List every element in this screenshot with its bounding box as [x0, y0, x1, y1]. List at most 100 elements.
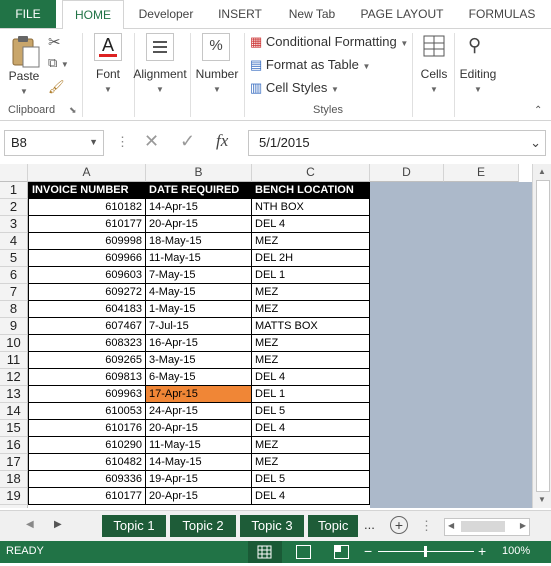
table-cell[interactable]: 16-Apr-15: [146, 335, 252, 352]
editing-button[interactable]: Editing ▼: [456, 67, 500, 95]
row-header[interactable]: 1: [0, 182, 28, 199]
table-cell[interactable]: 14-May-15: [146, 454, 252, 471]
tab-page-layout[interactable]: PAGE LAYOUT: [352, 0, 452, 28]
more-sheets-button[interactable]: ...: [364, 517, 375, 532]
expand-formula-icon[interactable]: ⌄: [530, 135, 541, 151]
table-header-cell[interactable]: BENCH LOCATION: [252, 182, 370, 199]
zoom-out-icon[interactable]: −: [364, 543, 372, 559]
table-cell[interactable]: 610482: [28, 454, 146, 471]
worksheet-grid[interactable]: A B C D E 1 INVOICE NUMBER DATE REQUIRED BE…: [0, 164, 532, 508]
tab-insert[interactable]: INSERT: [208, 0, 272, 28]
add-sheet-icon[interactable]: +: [390, 516, 408, 534]
cell-styles-button[interactable]: ▥ Cell Styles ▼: [250, 80, 339, 96]
table-cell[interactable]: DEL 4: [252, 216, 370, 233]
row-header[interactable]: 13: [0, 386, 28, 403]
table-cell[interactable]: 11-May-15: [146, 250, 252, 267]
table-cell[interactable]: 610182: [28, 199, 146, 216]
row-header[interactable]: 10: [0, 335, 28, 352]
sheet-tab-topic-2[interactable]: Topic 2: [170, 515, 236, 537]
row-header[interactable]: 8: [0, 301, 28, 318]
table-cell[interactable]: 609272: [28, 284, 146, 301]
row-header[interactable]: 18: [0, 471, 28, 488]
tab-formulas[interactable]: FORMULAS: [460, 0, 544, 28]
copy-icon[interactable]: ⧉ ▼: [48, 55, 69, 71]
scrollbar-thumb[interactable]: [536, 180, 550, 492]
row-header[interactable]: 17: [0, 454, 28, 471]
vertical-scrollbar[interactable]: ▲ ▼: [532, 164, 551, 508]
format-painter-icon[interactable]: 🖌: [48, 79, 65, 95]
table-header-cell[interactable]: INVOICE NUMBER: [28, 182, 146, 199]
table-cell[interactable]: 7-May-15: [146, 267, 252, 284]
dialog-launcher-icon[interactable]: ⬊: [69, 105, 77, 116]
conditional-formatting-button[interactable]: ▦ Conditional Formatting ▼: [250, 34, 408, 50]
font-icon[interactable]: A: [94, 33, 122, 61]
table-cell[interactable]: 14-Apr-15: [146, 199, 252, 216]
table-cell[interactable]: 17-Apr-15: [146, 386, 252, 403]
table-cell[interactable]: 20-Apr-15: [146, 488, 252, 505]
page-layout-view-icon[interactable]: [296, 545, 311, 559]
cancel-icon[interactable]: ✕: [144, 131, 159, 152]
table-cell[interactable]: DEL 2H: [252, 250, 370, 267]
table-cell[interactable]: 610053: [28, 403, 146, 420]
table-cell[interactable]: 607467: [28, 318, 146, 335]
paste-icon[interactable]: [8, 35, 42, 69]
sheet-tab-topic-3[interactable]: Topic 3: [240, 515, 304, 537]
table-cell[interactable]: 20-Apr-15: [146, 420, 252, 437]
column-header-d[interactable]: D: [370, 164, 444, 182]
tab-file[interactable]: FILE: [0, 0, 56, 28]
table-cell[interactable]: 18-May-15: [146, 233, 252, 250]
table-cell[interactable]: 20-Apr-15: [146, 216, 252, 233]
prev-sheet-icon[interactable]: ◀: [26, 519, 34, 530]
paste-button[interactable]: Paste ▼: [6, 69, 42, 97]
table-cell[interactable]: 6-May-15: [146, 369, 252, 386]
table-cell[interactable]: 610176: [28, 420, 146, 437]
tab-new-tab[interactable]: New Tab: [276, 0, 348, 28]
table-cell[interactable]: 609336: [28, 471, 146, 488]
table-cell[interactable]: 609813: [28, 369, 146, 386]
format-as-table-button[interactable]: ▤ Format as Table ▼: [250, 57, 370, 73]
tab-home[interactable]: HOME: [62, 0, 124, 30]
table-cell[interactable]: 609963: [28, 386, 146, 403]
row-header[interactable]: 12: [0, 369, 28, 386]
row-header[interactable]: 2: [0, 199, 28, 216]
normal-view-button[interactable]: [248, 541, 282, 563]
hscroll-thumb[interactable]: [461, 521, 505, 532]
cut-icon[interactable]: ✂: [48, 33, 61, 51]
table-cell[interactable]: 609265: [28, 352, 146, 369]
row-header[interactable]: 11: [0, 352, 28, 369]
cells-icon[interactable]: [422, 33, 446, 59]
row-header[interactable]: 19: [0, 488, 28, 505]
zoom-slider-thumb[interactable]: [424, 546, 427, 557]
binoculars-icon[interactable]: ⚲: [468, 35, 481, 56]
tab-developer[interactable]: Developer: [128, 0, 204, 28]
table-cell[interactable]: 610177: [28, 488, 146, 505]
row-header[interactable]: 5: [0, 250, 28, 267]
row-header[interactable]: [0, 505, 28, 508]
sheet-tab-topic-1[interactable]: Topic 1: [102, 515, 166, 537]
table-cell[interactable]: 7-Jul-15: [146, 318, 252, 335]
name-box[interactable]: B8 ▼: [4, 130, 104, 156]
table-cell[interactable]: MEZ: [252, 437, 370, 454]
cells-button[interactable]: Cells ▼: [416, 67, 452, 95]
row-header[interactable]: 9: [0, 318, 28, 335]
column-header-b[interactable]: B: [146, 164, 252, 182]
row-header[interactable]: 3: [0, 216, 28, 233]
column-header-c[interactable]: C: [252, 164, 370, 182]
alignment-icon[interactable]: [146, 33, 174, 61]
row-header[interactable]: 16: [0, 437, 28, 454]
table-cell[interactable]: DEL 4: [252, 369, 370, 386]
percent-icon[interactable]: %: [202, 33, 230, 61]
table-cell[interactable]: DEL 1: [252, 386, 370, 403]
table-cell[interactable]: DEL 4: [252, 420, 370, 437]
scroll-down-icon[interactable]: ▼: [538, 495, 546, 504]
scroll-right-icon[interactable]: ▶: [520, 521, 526, 530]
column-header-e[interactable]: E: [444, 164, 519, 182]
select-all-corner[interactable]: [0, 164, 28, 182]
next-sheet-icon[interactable]: ▶: [54, 519, 62, 530]
row-header[interactable]: 4: [0, 233, 28, 250]
table-cell[interactable]: 608323: [28, 335, 146, 352]
enter-icon[interactable]: ✓: [180, 131, 195, 152]
column-header-a[interactable]: A: [28, 164, 146, 182]
table-cell[interactable]: MEZ: [252, 352, 370, 369]
sheet-tab-topic-4[interactable]: Topic 4: [308, 515, 358, 537]
